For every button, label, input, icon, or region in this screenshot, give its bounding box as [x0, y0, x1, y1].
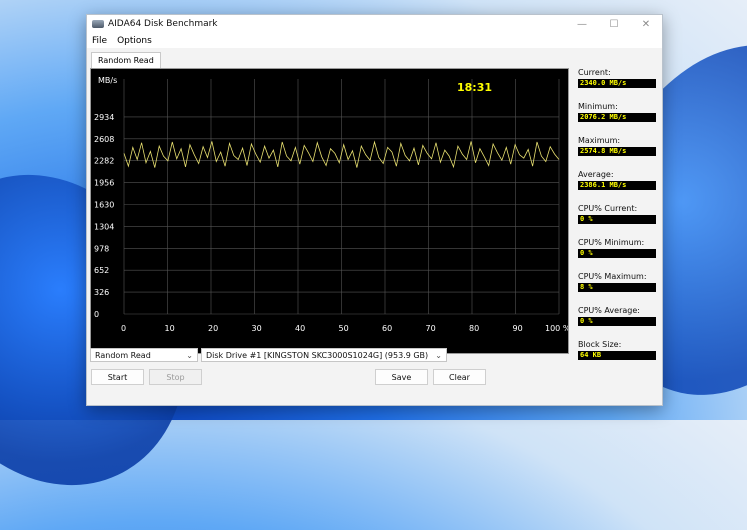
- chart-svg: 2934 2608 2282 1956 1630 1304 978 652 326 0 0 10 20…: [94, 76, 568, 333]
- app-icon: [92, 20, 104, 28]
- menu-file[interactable]: File: [87, 36, 112, 46]
- menu-bar: File Options: [87, 33, 662, 48]
- x-tick-label: 60: [382, 324, 392, 333]
- test-type-value: Random Read: [95, 351, 151, 360]
- chevron-down-icon: ⌄: [186, 351, 193, 360]
- stat-value: 0 %: [578, 317, 656, 326]
- benchmark-window: AIDA64 Disk Benchmark — ☐ ✕ File Options…: [86, 14, 663, 406]
- stat-value: 2076.2 MB/s: [578, 113, 656, 122]
- stat-average: Average: 2386.1 MB/s: [578, 170, 658, 204]
- x-tick-label: 90: [513, 324, 523, 333]
- stat-label: CPU% Current:: [578, 204, 638, 213]
- stat-cpu-average: CPU% Average: 0 %: [578, 306, 658, 340]
- benchmark-chart: 2934 2608 2282 1956 1630 1304 978 652 326 0 0 10 20…: [90, 68, 569, 354]
- stat-value: 64 KB: [578, 351, 656, 360]
- stop-button[interactable]: Stop: [149, 369, 202, 385]
- stat-label: Current:: [578, 68, 611, 77]
- save-button[interactable]: Save: [375, 369, 428, 385]
- x-tick-label: 30: [252, 324, 262, 333]
- y-tick-label: 326: [94, 288, 109, 297]
- stat-block-size: Block Size: 64 KB: [578, 340, 658, 374]
- y-tick-label: 0: [94, 310, 99, 319]
- stat-value: 2386.1 MB/s: [578, 181, 656, 190]
- stat-label: CPU% Maximum:: [578, 272, 647, 281]
- x-tick-label: 10: [165, 324, 175, 333]
- stat-cpu-minimum: CPU% Minimum: 0 %: [578, 238, 658, 272]
- maximize-button[interactable]: ☐: [598, 19, 630, 30]
- stat-label: Block Size:: [578, 340, 622, 349]
- close-button[interactable]: ✕: [630, 19, 662, 30]
- x-tick-label: 70: [426, 324, 436, 333]
- y-tick-label: 2934: [94, 113, 114, 122]
- x-tick-label: 50: [339, 324, 349, 333]
- chevron-down-icon: ⌄: [435, 351, 442, 360]
- test-type-select[interactable]: Random Read ⌄: [90, 348, 198, 362]
- window-title: AIDA64 Disk Benchmark: [108, 19, 218, 29]
- elapsed-timer: 18:31: [457, 81, 492, 94]
- chart-grid: [123, 79, 560, 315]
- x-tick-label: 40: [295, 324, 305, 333]
- tab-random-read[interactable]: Random Read: [91, 52, 161, 69]
- stat-label: Average:: [578, 170, 614, 179]
- x-tick-label: 0: [121, 324, 126, 333]
- stat-label: Minimum:: [578, 102, 618, 111]
- y-tick-label: 978: [94, 244, 109, 253]
- drive-value: Disk Drive #1 [KINGSTON SKC3000S1024G] (…: [206, 351, 429, 360]
- y-tick-label: 652: [94, 266, 109, 275]
- minimize-button[interactable]: —: [566, 19, 598, 30]
- x-tick-label: 20: [208, 324, 218, 333]
- stat-label: CPU% Average:: [578, 306, 640, 315]
- y-unit-label: MB/s: [98, 76, 117, 85]
- drive-select[interactable]: Disk Drive #1 [KINGSTON SKC3000S1024G] (…: [201, 348, 447, 362]
- stat-cpu-maximum: CPU% Maximum: 8 %: [578, 272, 658, 306]
- stats-panel: Current: 2340.0 MB/s Minimum: 2076.2 MB/…: [578, 68, 658, 374]
- stat-value: 0 %: [578, 215, 656, 224]
- y-tick-label: 2282: [94, 157, 114, 166]
- y-tick-label: 2608: [94, 135, 114, 144]
- stat-value: 0 %: [578, 249, 656, 258]
- stat-current: Current: 2340.0 MB/s: [578, 68, 658, 102]
- stat-value: 2574.8 MB/s: [578, 147, 656, 156]
- menu-options[interactable]: Options: [112, 36, 157, 46]
- stat-value: 2340.0 MB/s: [578, 79, 656, 88]
- stat-value: 8 %: [578, 283, 656, 292]
- clear-button[interactable]: Clear: [433, 369, 486, 385]
- stat-label: CPU% Minimum:: [578, 238, 645, 247]
- y-tick-label: 1956: [94, 179, 114, 188]
- stat-maximum: Maximum: 2574.8 MB/s: [578, 136, 658, 170]
- y-tick-label: 1304: [94, 222, 114, 231]
- x-tick-label: 80: [469, 324, 479, 333]
- x-axis-ticks: 0 10 20 30 40 50 60 70 80 90 100 %: [121, 324, 568, 333]
- title-bar[interactable]: AIDA64 Disk Benchmark — ☐ ✕: [87, 15, 662, 33]
- start-button[interactable]: Start: [91, 369, 144, 385]
- y-tick-label: 1630: [94, 201, 114, 210]
- stat-cpu-current: CPU% Current: 0 %: [578, 204, 658, 238]
- y-axis-ticks: 2934 2608 2282 1956 1630 1304 978 652 326 0: [94, 113, 114, 319]
- x-tick-label: 100 %: [545, 324, 568, 333]
- stat-label: Maximum:: [578, 136, 621, 145]
- stat-minimum: Minimum: 2076.2 MB/s: [578, 102, 658, 136]
